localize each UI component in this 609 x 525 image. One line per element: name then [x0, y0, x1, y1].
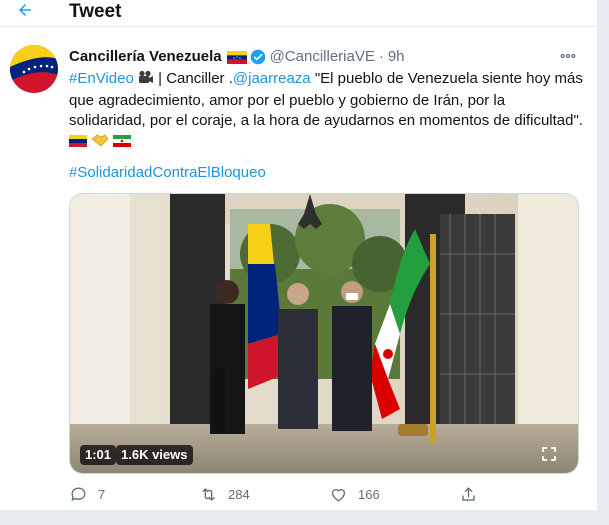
video-duration-badge: 1:01	[80, 445, 117, 465]
more-options-icon[interactable]	[556, 44, 580, 68]
video-player[interactable]	[69, 193, 579, 474]
retweet-count: 284	[228, 486, 250, 502]
like-button[interactable]: 166	[329, 483, 459, 505]
iran-flag-icon	[113, 133, 132, 153]
separator-dot: ·	[378, 48, 384, 65]
retweet-icon	[202, 487, 215, 501]
heart-icon	[331, 488, 346, 502]
tweet-body: #EnVideo | Canciller .@jaarreaza "El pue…	[69, 69, 583, 153]
handshake-icon	[91, 133, 109, 153]
tweet-detail-panel: Tweet Cancillería Venezuela @Cancilleria…	[0, 0, 598, 510]
like-count: 166	[358, 486, 380, 502]
tweet-time[interactable]: 9h	[388, 48, 405, 66]
hashtag-envideo[interactable]: #EnVideo	[69, 70, 134, 87]
page-header: Tweet	[0, 0, 597, 27]
author-handle[interactable]: @CancilleriaVE	[270, 48, 375, 66]
body-text-1: | Canciller .	[153, 70, 233, 87]
hashtag-solidaridad[interactable]: #SolidaridadContraElBloqueo	[69, 163, 266, 183]
share-button[interactable]	[459, 483, 589, 505]
reply-count: 7	[98, 486, 106, 502]
reply-button[interactable]: 7	[69, 483, 199, 505]
movie-camera-icon	[138, 70, 154, 91]
back-arrow-icon[interactable]	[14, 1, 36, 19]
venezuela-flag-icon	[69, 133, 87, 153]
video-views-badge: 1.6K views	[116, 445, 193, 465]
share-icon	[462, 486, 475, 501]
video-frame	[70, 194, 578, 473]
page-title: Tweet	[69, 1, 122, 22]
fullscreen-icon[interactable]	[541, 446, 557, 462]
retweet-button[interactable]: 284	[199, 483, 329, 505]
tweet-header: Cancillería Venezuela @CancilleriaVE · 9…	[69, 48, 405, 66]
hashtag-solidaridad-text[interactable]: #SolidaridadContraElBloqueo	[69, 164, 266, 181]
reply-icon	[71, 487, 86, 501]
tweet-actions: 7 284 166	[69, 483, 589, 505]
avatar[interactable]	[10, 45, 58, 93]
venezuela-flag-icon	[226, 50, 247, 64]
author-name[interactable]: Cancillería Venezuela	[69, 48, 222, 66]
mention-jaarreaza[interactable]: @jaarreaza	[233, 70, 311, 87]
verified-badge-icon	[250, 49, 265, 65]
